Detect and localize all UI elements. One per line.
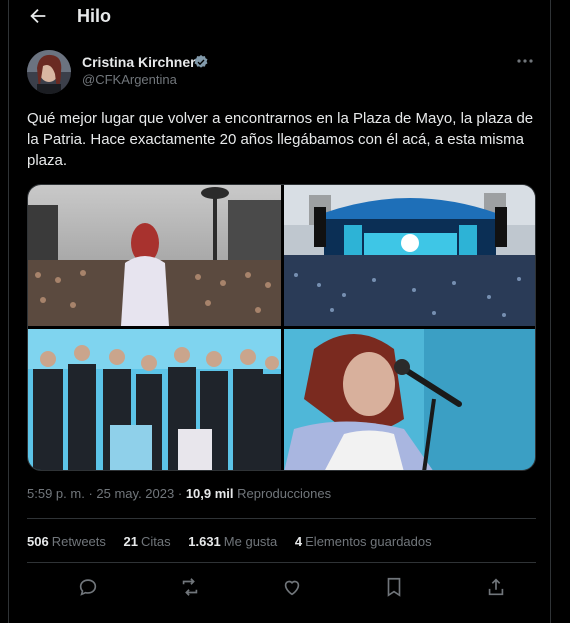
engagement-stats: 506 Retweets 21 Citas 1.631 Me gusta 4 Eleme… — [27, 534, 446, 549]
divider — [27, 562, 536, 563]
views-count: 10,9 mil — [185, 486, 234, 501]
separator: · — [177, 486, 183, 501]
arrow-left-icon[interactable] — [27, 5, 49, 27]
more-icon[interactable] — [516, 54, 534, 68]
tweet-text: Qué mejor lugar que volver a encontrarno… — [27, 110, 534, 169]
views-label: Reproducciones — [237, 486, 332, 501]
tweet-meta: 5:59 p. m. · 25 may. 2023 · 10,9 mil Rep… — [27, 486, 331, 501]
reply-icon[interactable] — [77, 576, 99, 598]
stat-likes[interactable]: 1.631 Me gusta — [188, 534, 277, 549]
photo-3[interactable] — [28, 329, 281, 470]
page-title: Hilo — [77, 6, 111, 26]
retweet-icon[interactable] — [179, 576, 201, 598]
stat-retweets[interactable]: 506 Retweets — [27, 534, 106, 549]
author-handle[interactable]: @CFKArgentina — [82, 72, 177, 87]
tweet-time[interactable]: 5:59 p. m. — [27, 486, 85, 501]
share-icon[interactable] — [485, 576, 507, 598]
heart-icon[interactable] — [281, 576, 303, 598]
stat-bookmarks[interactable]: 4 Elementos guardados — [295, 534, 432, 549]
separator: · — [88, 486, 93, 501]
author-name[interactable]: Cristina Kirchner — [82, 54, 196, 70]
header: Hilo — [9, 0, 550, 36]
media-grid — [27, 184, 536, 471]
verified-badge-icon — [194, 55, 208, 68]
stat-quotes[interactable]: 21 Citas — [124, 534, 171, 549]
tweet-date[interactable]: 25 may. 2023 — [96, 486, 174, 501]
photo-1[interactable] — [28, 185, 281, 326]
action-bar — [27, 576, 536, 600]
thread-column: Hilo Cristina Kirchner @CFKArgentina Qué… — [8, 0, 551, 623]
photo-4[interactable] — [284, 329, 535, 470]
photo-2[interactable] — [284, 185, 535, 326]
divider — [27, 518, 536, 519]
bookmark-icon[interactable] — [383, 576, 405, 598]
avatar[interactable] — [27, 50, 71, 94]
